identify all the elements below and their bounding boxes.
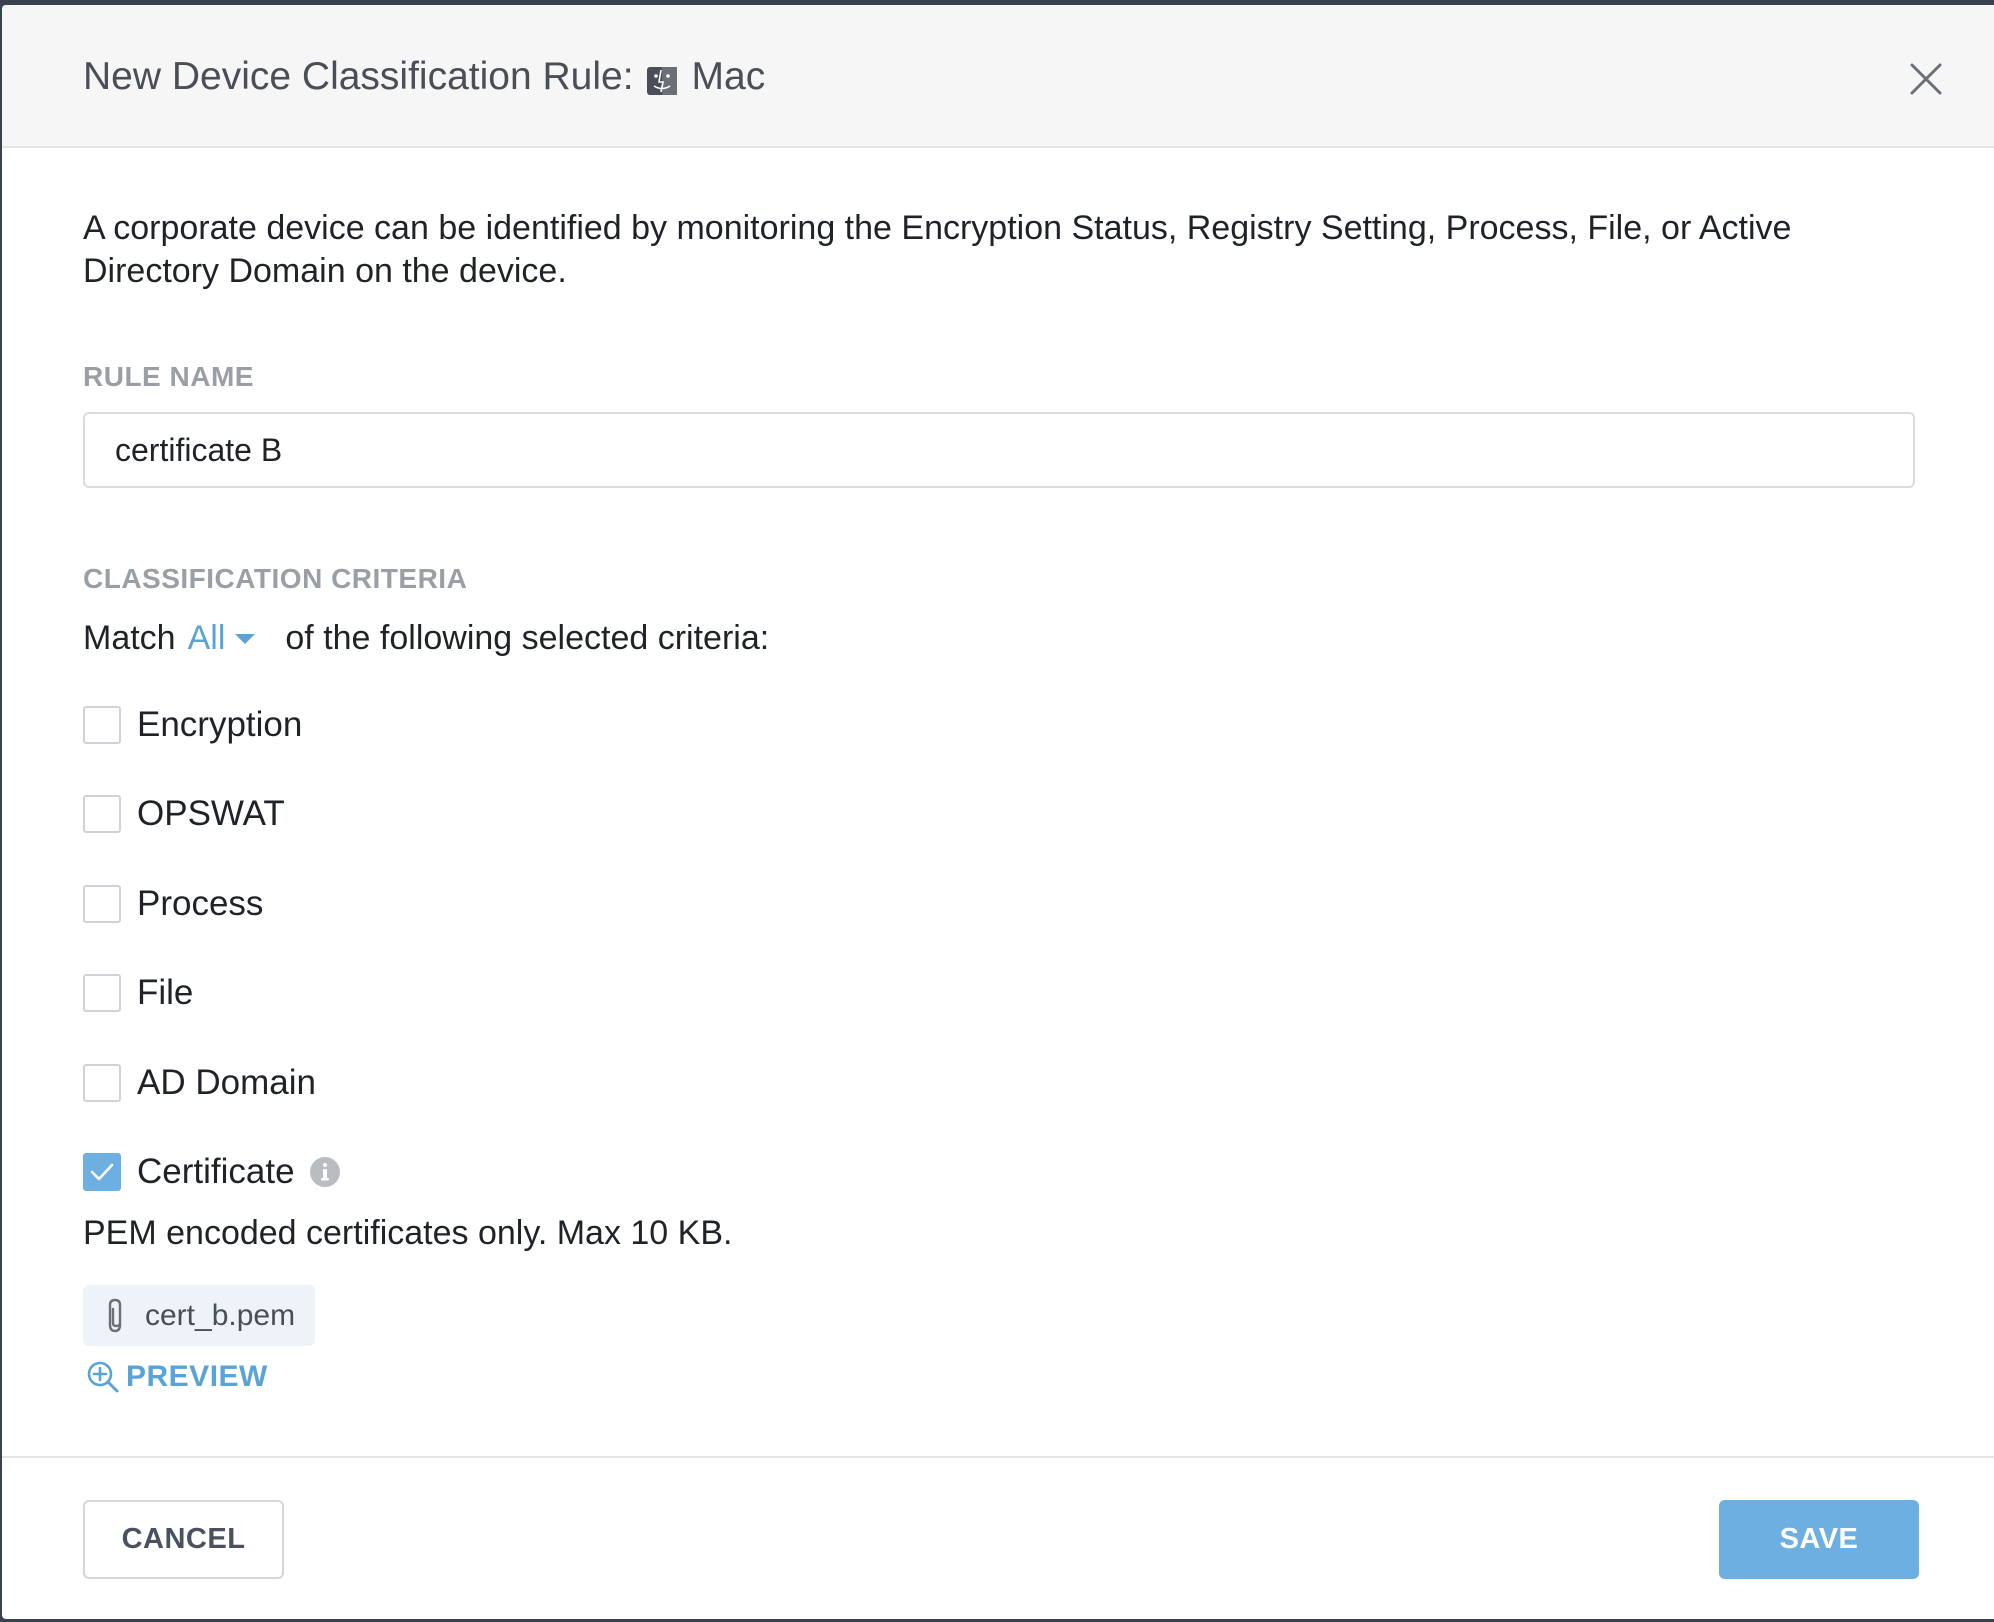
rule-name-input[interactable] [83,412,1915,488]
process-checkbox[interactable] [83,885,121,923]
caret-down-icon [235,633,256,644]
match-suffix: of the following selected criteria: [285,619,770,657]
paperclip-icon [103,1297,129,1335]
criterion-label: AD Domain [137,1063,316,1102]
dialog-title: New Device Classification Rule: Mac [83,55,765,99]
criterion-label: Process [137,884,264,923]
info-icon[interactable] [309,1156,341,1188]
opswat-checkbox[interactable] [83,795,121,833]
criterion-label: File [137,973,194,1012]
encryption-checkbox[interactable] [83,706,121,744]
zoom-in-icon [86,1360,120,1394]
file-checkbox[interactable] [83,974,121,1012]
dialog-header: New Device Classification Rule: Mac [2,5,1994,148]
footer-divider [2,1456,1994,1458]
criterion-encryption[interactable]: Encryption [83,705,302,745]
checkmark-icon [90,1163,114,1181]
criterion-ad-domain[interactable]: AD Domain [83,1063,316,1103]
ad-domain-checkbox[interactable] [83,1064,121,1102]
cancel-button[interactable]: CANCEL [83,1500,284,1579]
rule-name-label: RULE NAME [83,361,254,392]
attached-file-name: cert_b.pem [145,1298,296,1332]
certificate-checkbox[interactable] [83,1153,121,1191]
preview-link[interactable]: PREVIEW [86,1360,268,1394]
dialog-description: A corporate device can be identified by … [83,209,1792,290]
criterion-opswat[interactable]: OPSWAT [83,794,285,834]
match-prefix: Match [83,619,176,657]
criterion-process[interactable]: Process [83,884,263,924]
title-prefix: New Device Classification Rule: [83,55,634,98]
match-mode-value: All [187,619,226,657]
close-icon[interactable] [1908,61,1944,97]
criterion-label: Certificate [137,1152,295,1191]
classification-criteria-label: CLASSIFICATION CRITERIA [83,563,468,594]
save-button[interactable]: SAVE [1719,1500,1919,1579]
preview-label: PREVIEW [126,1360,268,1393]
match-mode-dropdown[interactable]: All [188,619,286,658]
attached-file-chip[interactable]: cert_b.pem [83,1285,315,1346]
criterion-label: OPSWAT [137,794,285,833]
classification-rule-dialog: New Device Classification Rule: Mac A co… [2,5,1994,1619]
criterion-certificate[interactable]: Certificate [83,1152,341,1192]
certificate-help-text: PEM encoded certificates only. Max 10 KB… [83,1214,733,1252]
criterion-file[interactable]: File [83,973,193,1013]
finder-icon [646,62,678,95]
criterion-label: Encryption [137,705,303,744]
platform-name: Mac [691,55,766,98]
match-line: Match All of the following selected crit… [83,619,769,658]
